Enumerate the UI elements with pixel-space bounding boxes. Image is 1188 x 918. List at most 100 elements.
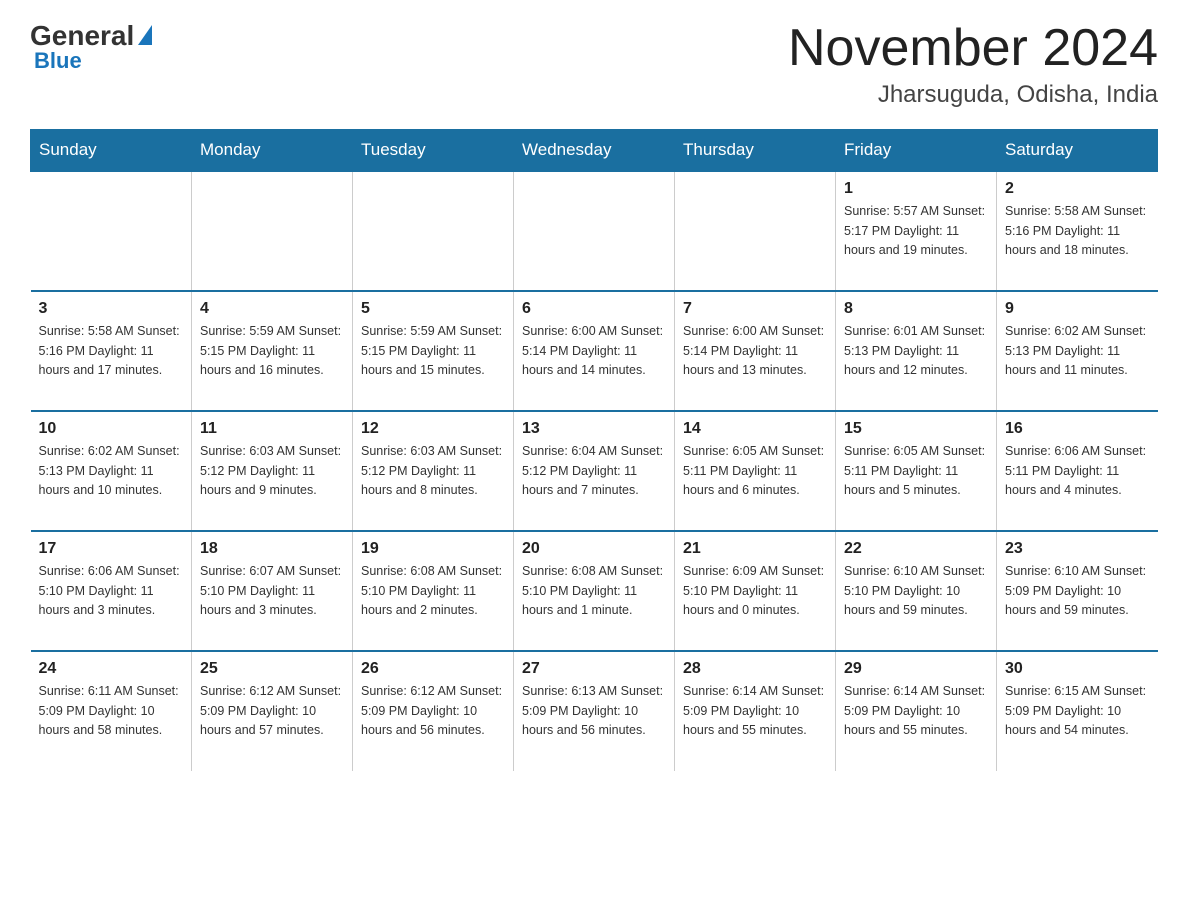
day-info: Sunrise: 6:03 AM Sunset: 5:12 PM Dayligh… (361, 442, 505, 500)
weekday-header-tuesday: Tuesday (353, 130, 514, 172)
calendar-cell (192, 171, 353, 291)
day-number: 14 (683, 420, 827, 438)
calendar-cell: 11 Sunrise: 6:03 AM Sunset: 5:12 PM Dayli… (192, 411, 353, 531)
weekday-header-sunday: Sunday (31, 130, 192, 172)
weekday-header-thursday: Thursday (675, 130, 836, 172)
page-header: General Blue November 2024 Jharsuguda, O… (30, 20, 1158, 109)
day-info: Sunrise: 6:10 AM Sunset: 5:09 PM Dayligh… (1005, 562, 1150, 620)
location-subtitle: Jharsuguda, Odisha, India (788, 81, 1158, 109)
month-year-title: November 2024 (788, 20, 1158, 77)
weekday-header-wednesday: Wednesday (514, 130, 675, 172)
calendar-week-3: 10Sunrise: 6:02 AM Sunset: 5:13 PM Dayli… (31, 411, 1158, 531)
day-number: 12 (361, 420, 505, 438)
day-number: 27 (522, 660, 666, 678)
day-info: Sunrise: 6:02 AM Sunset: 5:13 PM Dayligh… (39, 442, 184, 500)
weekday-header-friday: Friday (836, 130, 997, 172)
calendar-cell: 2 Sunrise: 5:58 AM Sunset: 5:16 PM Daylig… (997, 171, 1158, 291)
weekday-header-monday: Monday (192, 130, 353, 172)
title-block: November 2024 Jharsuguda, Odisha, India (788, 20, 1158, 109)
day-number: 20 (522, 540, 666, 558)
day-info: Sunrise: 6:09 AM Sunset: 5:10 PM Dayligh… (683, 562, 827, 620)
day-info: Sunrise: 6:05 AM Sunset: 5:11 PM Dayligh… (844, 442, 988, 500)
day-number: 29 (844, 660, 988, 678)
logo: General Blue (30, 20, 152, 74)
day-number: 18 (200, 540, 344, 558)
day-number: 11 (200, 420, 344, 438)
calendar-cell: 10Sunrise: 6:02 AM Sunset: 5:13 PM Dayli… (31, 411, 192, 531)
calendar-cell (353, 171, 514, 291)
day-info: Sunrise: 6:00 AM Sunset: 5:14 PM Dayligh… (683, 322, 827, 380)
day-number: 13 (522, 420, 666, 438)
day-info: Sunrise: 5:58 AM Sunset: 5:16 PM Dayligh… (1005, 202, 1150, 260)
logo-triangle-icon (138, 25, 152, 45)
calendar-cell: 1 Sunrise: 5:57 AM Sunset: 5:17 PM Daylig… (836, 171, 997, 291)
day-number: 1 (844, 180, 988, 198)
day-info: Sunrise: 6:06 AM Sunset: 5:11 PM Dayligh… (1005, 442, 1150, 500)
calendar-cell: 7 Sunrise: 6:00 AM Sunset: 5:14 PM Daylig… (675, 291, 836, 411)
day-info: Sunrise: 5:57 AM Sunset: 5:17 PM Dayligh… (844, 202, 988, 260)
day-number: 19 (361, 540, 505, 558)
day-info: Sunrise: 5:59 AM Sunset: 5:15 PM Dayligh… (361, 322, 505, 380)
calendar-cell (514, 171, 675, 291)
day-info: Sunrise: 6:08 AM Sunset: 5:10 PM Dayligh… (361, 562, 505, 620)
day-number: 6 (522, 300, 666, 318)
calendar-cell: 22 Sunrise: 6:10 AM Sunset: 5:10 PM Dayli… (836, 531, 997, 651)
calendar-cell: 15 Sunrise: 6:05 AM Sunset: 5:11 PM Dayli… (836, 411, 997, 531)
weekday-header-row: SundayMondayTuesdayWednesdayThursdayFrid… (31, 130, 1158, 172)
day-number: 17 (39, 540, 184, 558)
calendar-week-2: 3 Sunrise: 5:58 AM Sunset: 5:16 PM Daylig… (31, 291, 1158, 411)
day-info: Sunrise: 6:00 AM Sunset: 5:14 PM Dayligh… (522, 322, 666, 380)
day-info: Sunrise: 5:58 AM Sunset: 5:16 PM Dayligh… (39, 322, 184, 380)
day-number: 7 (683, 300, 827, 318)
calendar-cell (31, 171, 192, 291)
calendar-cell: 30Sunrise: 6:15 AM Sunset: 5:09 PM Dayli… (997, 651, 1158, 771)
calendar-cell: 14 Sunrise: 6:05 AM Sunset: 5:11 PM Dayli… (675, 411, 836, 531)
calendar-table: SundayMondayTuesdayWednesdayThursdayFrid… (30, 129, 1158, 771)
calendar-cell: 19 Sunrise: 6:08 AM Sunset: 5:10 PM Dayli… (353, 531, 514, 651)
day-number: 15 (844, 420, 988, 438)
calendar-cell: 21Sunrise: 6:09 AM Sunset: 5:10 PM Dayli… (675, 531, 836, 651)
day-number: 24 (39, 660, 184, 678)
day-number: 3 (39, 300, 184, 318)
day-number: 4 (200, 300, 344, 318)
calendar-cell: 29 Sunrise: 6:14 AM Sunset: 5:09 PM Dayli… (836, 651, 997, 771)
day-info: Sunrise: 6:02 AM Sunset: 5:13 PM Dayligh… (1005, 322, 1150, 380)
day-info: Sunrise: 6:12 AM Sunset: 5:09 PM Dayligh… (200, 682, 344, 740)
day-info: Sunrise: 6:14 AM Sunset: 5:09 PM Dayligh… (844, 682, 988, 740)
day-info: Sunrise: 6:05 AM Sunset: 5:11 PM Dayligh… (683, 442, 827, 500)
day-number: 26 (361, 660, 505, 678)
calendar-week-1: 1 Sunrise: 5:57 AM Sunset: 5:17 PM Daylig… (31, 171, 1158, 291)
calendar-cell: 28Sunrise: 6:14 AM Sunset: 5:09 PM Dayli… (675, 651, 836, 771)
day-info: Sunrise: 6:03 AM Sunset: 5:12 PM Dayligh… (200, 442, 344, 500)
day-info: Sunrise: 6:13 AM Sunset: 5:09 PM Dayligh… (522, 682, 666, 740)
calendar-week-5: 24Sunrise: 6:11 AM Sunset: 5:09 PM Dayli… (31, 651, 1158, 771)
calendar-cell: 3 Sunrise: 5:58 AM Sunset: 5:16 PM Daylig… (31, 291, 192, 411)
day-info: Sunrise: 6:06 AM Sunset: 5:10 PM Dayligh… (39, 562, 184, 620)
calendar-cell: 18 Sunrise: 6:07 AM Sunset: 5:10 PM Dayli… (192, 531, 353, 651)
calendar-cell: 26 Sunrise: 6:12 AM Sunset: 5:09 PM Dayli… (353, 651, 514, 771)
day-info: Sunrise: 6:08 AM Sunset: 5:10 PM Dayligh… (522, 562, 666, 620)
calendar-cell: 17 Sunrise: 6:06 AM Sunset: 5:10 PM Dayli… (31, 531, 192, 651)
calendar-cell: 9Sunrise: 6:02 AM Sunset: 5:13 PM Daylig… (997, 291, 1158, 411)
calendar-cell: 4 Sunrise: 5:59 AM Sunset: 5:15 PM Daylig… (192, 291, 353, 411)
day-info: Sunrise: 6:07 AM Sunset: 5:10 PM Dayligh… (200, 562, 344, 620)
calendar-cell: 8Sunrise: 6:01 AM Sunset: 5:13 PM Daylig… (836, 291, 997, 411)
calendar-cell: 12 Sunrise: 6:03 AM Sunset: 5:12 PM Dayli… (353, 411, 514, 531)
calendar-cell: 6 Sunrise: 6:00 AM Sunset: 5:14 PM Daylig… (514, 291, 675, 411)
day-number: 8 (844, 300, 988, 318)
calendar-cell: 25 Sunrise: 6:12 AM Sunset: 5:09 PM Dayli… (192, 651, 353, 771)
calendar-cell: 27 Sunrise: 6:13 AM Sunset: 5:09 PM Dayli… (514, 651, 675, 771)
day-number: 23 (1005, 540, 1150, 558)
day-info: Sunrise: 6:14 AM Sunset: 5:09 PM Dayligh… (683, 682, 827, 740)
weekday-header-saturday: Saturday (997, 130, 1158, 172)
day-info: Sunrise: 6:10 AM Sunset: 5:10 PM Dayligh… (844, 562, 988, 620)
calendar-week-4: 17 Sunrise: 6:06 AM Sunset: 5:10 PM Dayli… (31, 531, 1158, 651)
calendar-cell: 13Sunrise: 6:04 AM Sunset: 5:12 PM Dayli… (514, 411, 675, 531)
calendar-cell: 24Sunrise: 6:11 AM Sunset: 5:09 PM Dayli… (31, 651, 192, 771)
calendar-cell (675, 171, 836, 291)
day-info: Sunrise: 5:59 AM Sunset: 5:15 PM Dayligh… (200, 322, 344, 380)
day-number: 22 (844, 540, 988, 558)
day-info: Sunrise: 6:12 AM Sunset: 5:09 PM Dayligh… (361, 682, 505, 740)
day-number: 2 (1005, 180, 1150, 198)
day-number: 25 (200, 660, 344, 678)
